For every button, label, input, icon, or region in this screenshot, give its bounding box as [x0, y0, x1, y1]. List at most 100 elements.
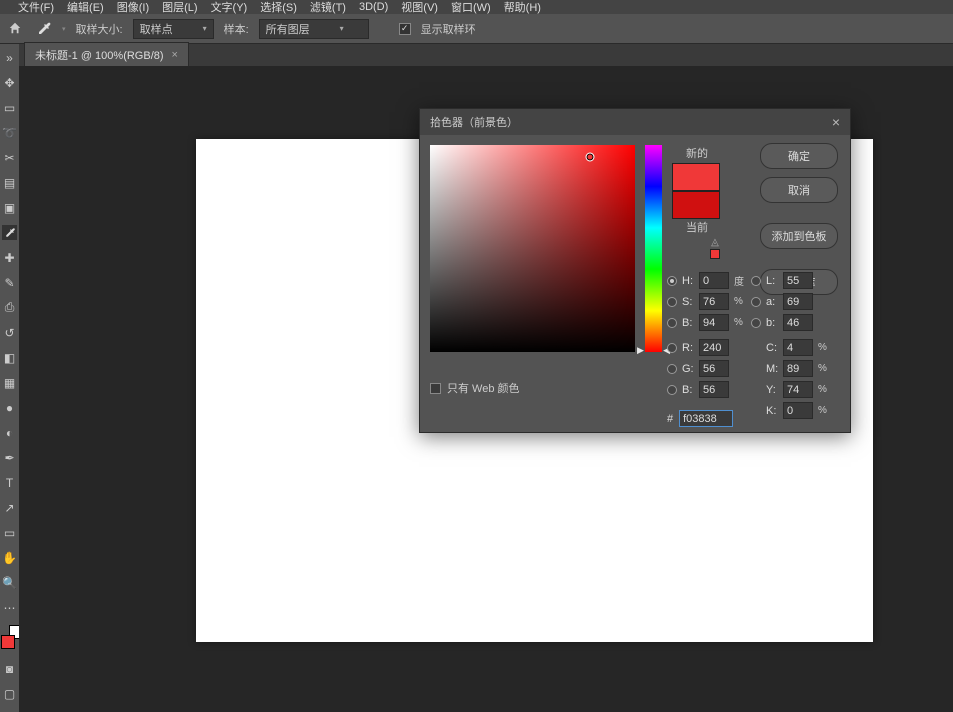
tool-type[interactable]: T: [2, 475, 17, 490]
input-c[interactable]: [783, 339, 813, 356]
gamut-swatch[interactable]: [710, 249, 720, 259]
tool-dodge[interactable]: ◐: [2, 425, 17, 440]
radio-l[interactable]: [751, 276, 761, 286]
radio-g[interactable]: [667, 364, 677, 374]
close-tab-icon[interactable]: ×: [172, 49, 178, 61]
current-color-swatch[interactable]: [672, 191, 720, 219]
label-bv: B:: [682, 317, 696, 329]
cancel-button[interactable]: 取消: [760, 177, 838, 203]
tool-screenmode[interactable]: ▢: [2, 686, 17, 701]
show-ring-checkbox[interactable]: ✓: [399, 23, 411, 35]
menu-window[interactable]: 窗口(W): [451, 0, 491, 15]
new-color-label: 新的: [672, 145, 722, 161]
tool-stamp[interactable]: ⎙: [2, 300, 17, 315]
input-g[interactable]: [699, 360, 729, 377]
input-bb[interactable]: [699, 381, 729, 398]
eyedropper-icon[interactable]: [34, 19, 54, 39]
options-bar: ▾ 取样大小: 取样点 样本: 所有图层 ✓ 显示取样环: [0, 14, 953, 44]
unit-pct-m: %: [818, 363, 832, 374]
tool-history-brush[interactable]: ↺: [2, 325, 17, 340]
radio-bb[interactable]: [667, 385, 677, 395]
show-ring-label: 显示取样环: [421, 21, 476, 37]
sample-label: 样本:: [224, 21, 249, 37]
menu-select[interactable]: 选择(S): [260, 0, 297, 15]
label-a: a:: [766, 296, 780, 308]
tool-brush[interactable]: ✎: [2, 275, 17, 290]
input-h[interactable]: [699, 272, 729, 289]
radio-b[interactable]: [751, 318, 761, 328]
tool-expand-icon[interactable]: »: [2, 50, 17, 65]
menu-3d[interactable]: 3D(D): [359, 1, 388, 13]
menu-type[interactable]: 文字(Y): [211, 0, 248, 15]
label-b: b:: [766, 317, 780, 329]
radio-bv[interactable]: [667, 318, 677, 328]
input-y[interactable]: [783, 381, 813, 398]
tool-healing[interactable]: ✚: [2, 250, 17, 265]
label-r: R:: [682, 342, 696, 354]
add-swatch-button[interactable]: 添加到色板: [760, 223, 838, 249]
dialog-titlebar[interactable]: 拾色器（前景色） ×: [420, 109, 850, 135]
tool-more[interactable]: ⋯: [2, 600, 17, 615]
menu-edit[interactable]: 编辑(E): [67, 0, 104, 15]
color-values-grid: H: 度 L: S: % a: B: % b:: [667, 272, 832, 419]
input-b[interactable]: [783, 314, 813, 331]
menu-view[interactable]: 视图(V): [401, 0, 438, 15]
tool-path[interactable]: ↗: [2, 500, 17, 515]
menu-file[interactable]: 文件(F): [18, 0, 54, 15]
tool-lasso[interactable]: ➰: [2, 125, 17, 140]
tool-gradient[interactable]: ▦: [2, 375, 17, 390]
tool-marquee[interactable]: ▭: [2, 100, 17, 115]
gamut-warning-icon[interactable]: ◬: [710, 237, 720, 247]
tool-flyout-icon: ▾: [62, 25, 66, 33]
input-k[interactable]: [783, 402, 813, 419]
document-tab[interactable]: 未标题-1 @ 100%(RGB/8) ×: [24, 42, 189, 66]
tool-frame[interactable]: ▣: [2, 200, 17, 215]
tool-quick-select[interactable]: ✂: [2, 150, 17, 165]
web-colors-checkbox[interactable]: [430, 383, 441, 394]
menu-help[interactable]: 帮助(H): [504, 0, 541, 15]
radio-h[interactable]: [667, 276, 677, 286]
label-s: S:: [682, 296, 696, 308]
ok-button[interactable]: 确定: [760, 143, 838, 169]
radio-s[interactable]: [667, 297, 677, 307]
close-icon[interactable]: ×: [832, 114, 840, 130]
tool-shape[interactable]: ▭: [2, 525, 17, 540]
sample-select[interactable]: 所有图层: [259, 19, 369, 39]
input-hex[interactable]: [679, 410, 733, 427]
sample-size-select[interactable]: 取样点: [133, 19, 214, 39]
input-s[interactable]: [699, 293, 729, 310]
menu-layer[interactable]: 图层(L): [162, 0, 197, 15]
tool-crop[interactable]: ▤: [2, 175, 17, 190]
label-g: G:: [682, 363, 696, 375]
tool-zoom[interactable]: 🔍: [2, 575, 17, 590]
new-color-swatch: [672, 163, 720, 191]
input-bv[interactable]: [699, 314, 729, 331]
label-y: Y:: [766, 384, 780, 396]
saturation-value-field[interactable]: [430, 145, 635, 352]
input-m[interactable]: [783, 360, 813, 377]
tool-move[interactable]: ✥: [2, 75, 17, 90]
color-picker-dialog: 拾色器（前景色） × ▶ ◀ 新的 当前 ◬ 确定 取消 添加到色: [419, 108, 851, 433]
tool-blur[interactable]: ●: [2, 400, 17, 415]
dialog-title: 拾色器（前景色）: [430, 114, 518, 130]
tool-hand[interactable]: ✋: [2, 550, 17, 565]
input-r[interactable]: [699, 339, 729, 356]
menu-image[interactable]: 图像(I): [117, 0, 149, 15]
menu-filter[interactable]: 滤镜(T): [310, 0, 346, 15]
unit-deg: 度: [734, 273, 748, 288]
tool-pen[interactable]: ✒: [2, 450, 17, 465]
foreground-color-swatch[interactable]: [1, 635, 15, 649]
home-icon[interactable]: [8, 21, 24, 37]
current-color-label: 当前: [672, 219, 722, 235]
label-m: M:: [766, 363, 780, 375]
input-a[interactable]: [783, 293, 813, 310]
document-tab-bar: 未标题-1 @ 100%(RGB/8) ×: [0, 44, 953, 66]
web-colors-label: 只有 Web 颜色: [447, 380, 520, 396]
hue-slider[interactable]: ▶ ◀: [645, 145, 662, 352]
radio-a[interactable]: [751, 297, 761, 307]
tool-quickmask[interactable]: ◙: [2, 661, 17, 676]
input-l[interactable]: [783, 272, 813, 289]
radio-r[interactable]: [667, 343, 677, 353]
tool-eyedropper[interactable]: [2, 225, 17, 240]
tool-eraser[interactable]: ◧: [2, 350, 17, 365]
